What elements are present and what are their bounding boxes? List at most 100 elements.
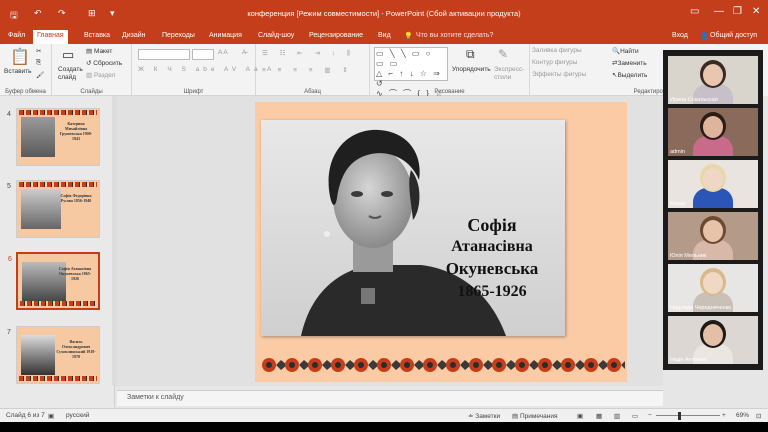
share-button[interactable]: Общий доступ bbox=[710, 32, 757, 39]
arrange-button[interactable]: Упорядочить bbox=[452, 66, 491, 73]
current-slide[interactable]: Софія Атанасівна Окуневська 1865-1926 bbox=[255, 102, 627, 382]
tab-insert[interactable]: Вставка bbox=[84, 32, 110, 39]
sign-in-link[interactable]: Вход bbox=[672, 32, 688, 39]
notes-label: Заметки bbox=[475, 413, 501, 420]
new-slide-button[interactable]: Создать слайд bbox=[58, 66, 88, 82]
slide-thumbnail-6[interactable]: 6 Софія Атанасівна Окуневська 1865-1926 bbox=[8, 252, 100, 310]
shape-fill-button[interactable]: Заливка фигуры bbox=[532, 47, 582, 54]
notes-button[interactable]: ≐ Заметки bbox=[468, 412, 500, 420]
language-indicator[interactable]: русский bbox=[66, 412, 89, 419]
participant-tile[interactable]: Юлія Мельник bbox=[668, 212, 758, 260]
quick-styles-button[interactable]: Экспресс-стили bbox=[494, 66, 528, 82]
tab-home[interactable]: Главная bbox=[33, 30, 68, 44]
paste-button[interactable]: Вставить bbox=[4, 68, 32, 75]
cut-icon[interactable]: ✂ bbox=[36, 47, 41, 55]
ribbon: 📋 Вставить ✂ ⎘ 🖌 Буфер обмена ▭ Создать … bbox=[0, 44, 679, 108]
status-bar: Слайд 6 из 7 ▣ русский ≐ Заметки ▤ Приме… bbox=[0, 408, 768, 422]
ribbon-display-options-icon[interactable]: ▭ bbox=[690, 6, 699, 17]
tab-transitions[interactable]: Переходы bbox=[162, 32, 195, 39]
tab-view[interactable]: Вид bbox=[378, 32, 391, 39]
minimize-button[interactable]: — bbox=[714, 6, 724, 17]
select-button[interactable]: ↖Выделить bbox=[612, 71, 647, 79]
notes-pane[interactable]: Заметки к слайду bbox=[117, 390, 663, 406]
tell-me-search[interactable]: Что вы хотите сделать? bbox=[416, 32, 493, 39]
slideshow-view-icon[interactable]: ▭ bbox=[632, 412, 638, 420]
font-name-input[interactable] bbox=[138, 49, 190, 60]
slide-thumbnail-5[interactable]: 5 Софія Федорівна Русова 1856-1940 bbox=[7, 180, 100, 238]
section-button[interactable]: ▥ Раздел bbox=[86, 71, 115, 79]
ornament-flower-center bbox=[266, 362, 272, 368]
maximize-button[interactable]: ❐ bbox=[733, 6, 742, 17]
list-icons[interactable]: ☰ ☷ ⇤ ⇥ ↕ ⫼ bbox=[262, 49, 355, 58]
participant-tile[interactable]: Ирина Сокальская bbox=[668, 56, 758, 104]
participant-tile[interactable]: Маша bbox=[668, 160, 758, 208]
shapes-gallery[interactable]: ▭ ╲ ╲ ▭ ○ ▭ ▭△ ⌐ ↑ ↓ ☆ ⇒ ↺∿ ⌒ ⌒ { } ☆ ⋯ bbox=[374, 47, 448, 108]
format-painter-icon[interactable]: 🖌 bbox=[36, 71, 44, 79]
participant-tile[interactable]: admin bbox=[668, 108, 758, 156]
font-size-buttons[interactable]: A A bbox=[218, 49, 228, 56]
tab-animations[interactable]: Анимация bbox=[209, 32, 242, 39]
comments-button[interactable]: ▤ Примечания bbox=[512, 412, 557, 420]
portrait-thumbnail bbox=[21, 117, 55, 157]
tab-design[interactable]: Дизайн bbox=[122, 32, 146, 39]
find-button[interactable]: 🔍Найти bbox=[612, 47, 639, 55]
slide-number: 5 bbox=[7, 183, 11, 190]
shape-outline-button[interactable]: Контур фигуры bbox=[532, 59, 577, 66]
reset-label: Сбросить bbox=[93, 60, 123, 67]
slide-thumbnail-4[interactable]: 4 Катерина Михайлівна Грушевська 1900-19… bbox=[7, 108, 100, 166]
thumbnail-caption: Василь Олександрович Сухомлинський 1918-… bbox=[56, 339, 96, 359]
ornament-flower-center bbox=[381, 362, 387, 368]
layout-button[interactable]: ▤ Макет bbox=[86, 47, 112, 55]
clear-formatting-icon[interactable]: A̶ bbox=[242, 49, 246, 56]
tab-review[interactable]: Рецензирование bbox=[309, 32, 363, 39]
reading-view-icon[interactable]: ▥ bbox=[614, 412, 620, 420]
portrait-photo[interactable]: Софія Атанасівна Окуневська 1865-1926 bbox=[261, 120, 565, 336]
participant-name: Ирина Сокальская bbox=[670, 97, 718, 103]
zoom-level[interactable]: 69% bbox=[736, 412, 749, 419]
paragraph-group: ☰ ☷ ⇤ ⇥ ↕ ⫼ ≡ ≡ ≡ ≡ ▥ ⇕ Абзац bbox=[256, 44, 370, 96]
close-button[interactable]: ✕ bbox=[752, 6, 760, 17]
font-size-input[interactable] bbox=[192, 49, 214, 60]
ornament-flower-center bbox=[289, 362, 295, 368]
zoom-out-button[interactable]: − bbox=[648, 412, 652, 419]
paste-icon[interactable]: 📋 bbox=[10, 47, 30, 67]
ornament-flower-center bbox=[450, 362, 456, 368]
ornament-border bbox=[19, 376, 97, 381]
thumbnail-caption: Софія Федорівна Русова 1856-1940 bbox=[60, 193, 92, 203]
thumbnail-caption: Катерина Михайлівна Грушевська 1900-1943 bbox=[59, 121, 93, 141]
find-label: Найти bbox=[620, 48, 639, 55]
font-style-icons[interactable]: Ж К Ч S abe AV Aa A bbox=[138, 66, 275, 73]
slide-thumbnail-7[interactable]: 7 Василь Олександрович Сухомлинський 191… bbox=[7, 326, 100, 384]
normal-view-icon[interactable]: ▣ bbox=[577, 412, 583, 420]
quick-styles-icon[interactable]: ✎ bbox=[498, 47, 508, 61]
replace-button[interactable]: ⇄Заменить bbox=[612, 59, 647, 67]
ornament-border bbox=[19, 182, 97, 187]
slide-sorter-icon[interactable]: ▦ bbox=[596, 412, 602, 420]
comments-label: Примечания bbox=[519, 413, 558, 420]
tab-file[interactable]: Файл bbox=[8, 32, 25, 39]
powerpoint-window: 🖫 ↶ ↷ ⊞ ▾ конференция [Режим совместимос… bbox=[0, 0, 768, 432]
zoom-slider-track[interactable] bbox=[656, 415, 720, 416]
tab-slideshow[interactable]: Слайд-шоу bbox=[258, 32, 294, 39]
zoom-in-button[interactable]: + bbox=[722, 412, 726, 419]
participant-name: admin bbox=[670, 149, 685, 155]
reset-button[interactable]: ↺ Сбросить bbox=[86, 59, 122, 67]
zoom-slider-thumb[interactable] bbox=[678, 412, 682, 420]
participant-tile[interactable]: Надя Антонюк bbox=[668, 316, 758, 364]
find-icon: 🔍 bbox=[612, 48, 621, 55]
arrange-icon[interactable]: ⧉ bbox=[466, 47, 475, 62]
participant-tile[interactable]: Надежда Чередниченко bbox=[668, 264, 758, 312]
ornament-flower-center bbox=[519, 362, 525, 368]
select-label: Выделить bbox=[617, 72, 648, 79]
portrait-thumbnail bbox=[21, 335, 55, 375]
embroidery-ornament bbox=[262, 358, 625, 372]
slide-title[interactable]: Софія Атанасівна Окуневська 1865-1926 bbox=[413, 214, 571, 303]
slide-title-line: Атанасівна bbox=[451, 238, 533, 255]
align-icons[interactable]: ≡ ≡ ≡ ≡ ▥ ⇕ bbox=[262, 66, 353, 74]
new-slide-icon[interactable]: ▭ bbox=[62, 47, 74, 63]
spellcheck-icon[interactable]: ▣ bbox=[48, 412, 54, 420]
fit-to-window-icon[interactable]: ⊡ bbox=[756, 412, 761, 420]
slide-number: 4 bbox=[7, 111, 11, 118]
shape-effects-button[interactable]: Эффекты фигуры bbox=[532, 71, 586, 78]
copy-icon[interactable]: ⎘ bbox=[36, 59, 41, 67]
